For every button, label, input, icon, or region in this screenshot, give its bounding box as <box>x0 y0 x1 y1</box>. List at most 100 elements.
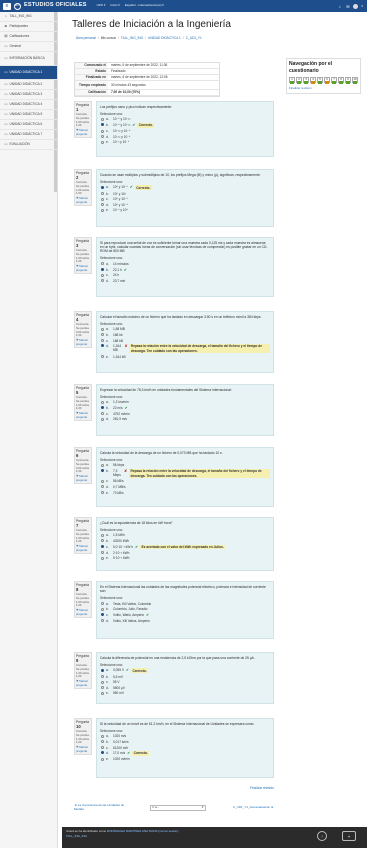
answer-option[interactable]: c. 10⁻¹² y 10⁻⁹ <box>101 129 270 133</box>
radio-button[interactable] <box>101 613 104 617</box>
quiz-navigation-button[interactable]: 6 <box>324 77 330 84</box>
quiz-navigation-button[interactable]: 8 <box>338 77 344 84</box>
flag-question-button[interactable]: ⚑ Marcar pregunta <box>76 745 90 753</box>
language-menu[interactable]: Español - Internacional (es) ▾ <box>125 3 164 8</box>
breadcrumb-item[interactable]: UNIDAD DIDÁCTICA 1 <box>148 36 181 40</box>
radio-button[interactable] <box>101 607 104 611</box>
radio-button[interactable] <box>101 185 104 189</box>
sidebar-item[interactable]: ▭ UNIDAD DIDÁCTICA 7 <box>0 130 57 140</box>
radio-button[interactable] <box>101 197 104 201</box>
quiz-navigation-button[interactable]: 9 <box>345 77 351 84</box>
radio-button[interactable] <box>101 668 104 672</box>
radio-button[interactable] <box>101 279 104 283</box>
radio-button[interactable] <box>101 262 104 266</box>
answer-option[interactable]: d. 17,0 m/s ✔ Correcto. <box>101 751 270 757</box>
radio-button[interactable] <box>101 333 104 337</box>
sidebar-item[interactable]: ▭ UNIDAD DIDÁCTICA 1 <box>0 66 57 80</box>
answer-option[interactable]: e. 550 mV <box>101 691 270 695</box>
flag-question-button[interactable]: ⚑ Marcar pregunta <box>76 264 90 272</box>
sidebar-item[interactable]: ▭ INFORMACIÓN BÁSICA <box>0 52 57 66</box>
radio-button[interactable] <box>101 412 104 416</box>
radio-button[interactable] <box>101 327 104 331</box>
answer-option[interactable]: c. 61200 m/h <box>101 746 270 750</box>
answer-option[interactable]: c. 4752 m/min <box>101 412 270 416</box>
notifications-icon[interactable]: ♪ <box>337 4 342 9</box>
finish-review-link[interactable]: Finalizar revisión <box>289 86 358 91</box>
answer-option[interactable]: d. Voltio, Kili Vatios, Amperio <box>101 619 270 623</box>
answer-option[interactable]: b. 0,017 km/s <box>101 740 270 744</box>
answer-option[interactable]: a. 10⁶ y 10⁻⁶ ✔ Correcto. <box>101 185 270 191</box>
flag-question-button[interactable]: ⚑ Marcar pregunta <box>76 338 90 346</box>
radio-button[interactable] <box>101 686 104 690</box>
sidebar-item[interactable]: ▤ Calificaciones <box>0 32 57 42</box>
radio-button[interactable] <box>101 485 104 489</box>
radio-button[interactable] <box>101 680 104 684</box>
answer-option[interactable]: d. 2·10⁻³ kWh <box>101 551 270 555</box>
radio-button[interactable] <box>101 556 104 560</box>
answer-option[interactable]: a. 1,5 kWh <box>101 533 270 537</box>
radio-button[interactable] <box>101 406 104 410</box>
user-avatar[interactable] <box>353 3 359 9</box>
breadcrumb-item[interactable]: C_UD1_Y1 <box>186 36 202 40</box>
sidebar-item[interactable]: ☻ Participantes <box>0 22 57 32</box>
radio-button[interactable] <box>101 140 104 144</box>
quiz-navigation-button[interactable]: 3 <box>303 77 309 84</box>
finish-review-bottom-link[interactable]: Finalizar revisión <box>250 786 274 790</box>
answer-option[interactable]: a. 1,3 km/min <box>101 400 270 404</box>
flag-question-button[interactable]: ⚑ Marcar pregunta <box>76 411 90 419</box>
answer-option[interactable]: d. 0,7 MB/s <box>101 485 270 489</box>
breadcrumb-item[interactable]: Área personal <box>76 36 96 40</box>
radio-button[interactable] <box>101 273 104 277</box>
radio-button[interactable] <box>101 675 104 679</box>
answer-option[interactable]: d. 1,344 MB ✘ Repasa la relación entre la… <box>101 344 270 354</box>
answer-option[interactable]: c. 10⁹ y 10⁻⁶ <box>101 197 270 201</box>
answer-option[interactable]: d. 10⁶ y 10⁻⁹ <box>101 203 270 207</box>
answer-option[interactable]: a. 0,055 V ✔ Correcto. <box>101 668 270 674</box>
flag-question-button[interactable]: ⚑ Marcar pregunta <box>76 608 90 616</box>
answer-option[interactable]: b. 5,5 mV <box>101 675 270 679</box>
answer-option[interactable]: b. 22 m/s ✔ <box>101 406 270 411</box>
answer-option[interactable]: b. 168 kb <box>101 333 270 337</box>
sidebar-item[interactable]: ▭ UNIDAD DIDÁCTICA 4 <box>0 100 57 110</box>
radio-button[interactable] <box>101 463 104 467</box>
answer-option[interactable]: a. Tesla, Kili Vatios, Culombio <box>101 602 270 606</box>
quiz-navigation-button[interactable]: 7 <box>331 77 337 84</box>
answer-option[interactable]: c. 168 kB <box>101 339 270 343</box>
radio-button[interactable] <box>101 469 104 473</box>
flag-question-button[interactable]: ⚑ Marcar pregunta <box>76 474 90 482</box>
sidebar-item[interactable]: ▭ EVALUACIÓN <box>0 140 57 150</box>
site-brand[interactable]: ESTUDIOS OFICIALES <box>24 2 87 9</box>
user-menu-caret[interactable]: ▾ <box>361 4 363 8</box>
answer-option[interactable]: b. 22,1 h ✔ <box>101 268 270 273</box>
quiz-navigation-button[interactable]: 1 <box>289 77 295 84</box>
radio-button[interactable] <box>101 117 104 121</box>
radio-button[interactable] <box>101 691 104 695</box>
nav-upo-menu[interactable]: UPO ▾ <box>97 3 106 8</box>
flag-question-button[interactable]: ⚑ Marcar pregunta <box>76 128 90 136</box>
answer-option[interactable]: d. 10⁻¹² y 10⁻⁹ <box>101 135 270 139</box>
radio-button[interactable] <box>101 757 104 761</box>
answer-option[interactable]: d. 23,7 min <box>101 279 270 283</box>
nav-inicio-menu[interactable]: Inicio ▾ <box>110 3 119 8</box>
answer-option[interactable]: c. Voltio, Watio, Amperio ✔ <box>101 613 270 618</box>
answer-option[interactable]: a. 56 kbps <box>101 463 270 467</box>
answer-option[interactable]: e. 5·10⁻³ kWh <box>101 556 270 560</box>
answer-option[interactable]: d. 281,9 m/s <box>101 417 270 421</box>
quiz-navigation-button[interactable]: 5 <box>317 77 323 84</box>
radio-button[interactable] <box>101 602 104 606</box>
radio-button[interactable] <box>101 745 104 749</box>
radio-button[interactable] <box>101 740 104 744</box>
answer-option[interactable]: e. 1020 m/min <box>101 757 270 761</box>
answer-option[interactable]: b. 10⁻⁹ y 10⁻¹² ✔ Correcto. <box>101 122 270 128</box>
radio-button[interactable] <box>101 354 104 358</box>
radio-button[interactable] <box>101 192 104 196</box>
radio-button[interactable] <box>101 203 104 207</box>
flag-question-button[interactable]: ⚑ Marcar pregunta <box>76 196 90 204</box>
answer-option[interactable]: d. 5500 µV <box>101 686 270 690</box>
answer-option[interactable]: a. 14 minutos <box>101 262 270 266</box>
answer-option[interactable]: a. 1,68 MB <box>101 327 270 331</box>
radio-button[interactable] <box>101 417 104 421</box>
radio-button[interactable] <box>101 344 104 348</box>
radio-button[interactable] <box>101 619 104 623</box>
radio-button[interactable] <box>101 533 104 537</box>
